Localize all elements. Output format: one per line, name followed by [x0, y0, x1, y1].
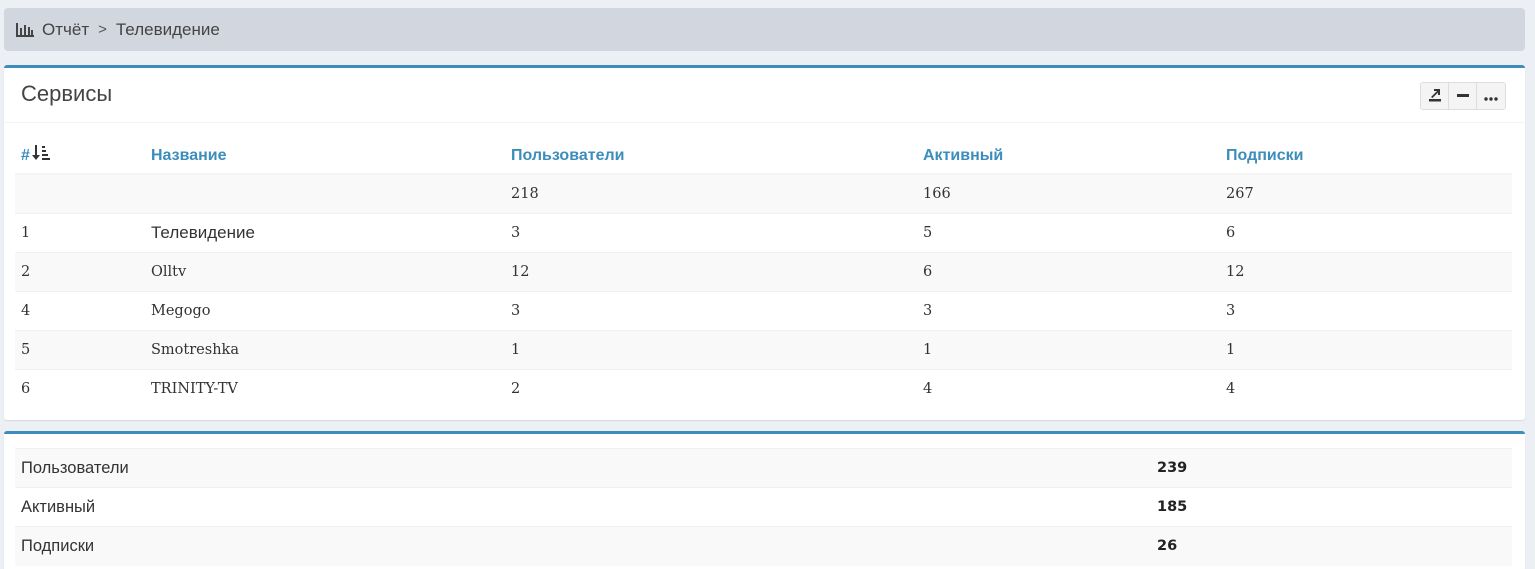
totals-num [15, 173, 145, 213]
summary-row: Подписки 26 [15, 526, 1512, 566]
table-row: 2 Olltv 12 6 12 [15, 251, 1512, 291]
row-users: 1 [505, 329, 917, 369]
row-num: 1 [15, 212, 145, 252]
summary-value: 239 [1151, 448, 1512, 488]
row-subscriptions: 12 [1220, 251, 1512, 291]
services-box-header: Сервисы [4, 68, 1525, 123]
services-box-title: Сервисы [21, 81, 113, 106]
export-button[interactable] [1421, 83, 1449, 109]
summary-value: 185 [1151, 487, 1512, 527]
column-header-users[interactable]: Пользователи [505, 138, 917, 175]
row-active: 5 [917, 212, 1220, 252]
row-subscriptions: 1 [1220, 329, 1512, 369]
services-table: # Название Пользователи Активный Подписк… [15, 138, 1512, 408]
services-box: Сервисы # Название Пользователи Активный… [4, 65, 1525, 420]
summary-value: 26 [1151, 526, 1512, 566]
totals-name [145, 173, 505, 213]
box-tools [1420, 82, 1506, 110]
column-header-num-label: # [21, 147, 30, 164]
export-icon [1428, 88, 1442, 105]
row-name: Телевидение [145, 212, 505, 252]
breadcrumb-root[interactable]: Отчёт [42, 20, 89, 40]
row-active: 4 [917, 368, 1220, 408]
summary-label: Активный [15, 487, 1151, 527]
totals-users: 218 [505, 173, 917, 213]
table-row: 1 Телевидение 3 5 6 [15, 212, 1512, 252]
ellipsis-icon [1484, 88, 1498, 104]
summary-box: Пользователи 239 Активный 185 Подписки 2… [4, 431, 1525, 569]
row-subscriptions: 6 [1220, 212, 1512, 252]
row-active: 1 [917, 329, 1220, 369]
row-name: Smotreshka [145, 329, 505, 369]
breadcrumb-separator: > [98, 21, 107, 38]
table-row: 5 Smotreshka 1 1 1 [15, 329, 1512, 369]
row-name: Megogo [145, 290, 505, 330]
more-button[interactable] [1477, 83, 1505, 109]
row-num: 6 [15, 368, 145, 408]
row-users: 12 [505, 251, 917, 291]
summary-label: Пользователи [15, 448, 1151, 488]
row-users: 2 [505, 368, 917, 408]
summary-row: Активный 185 [15, 487, 1512, 527]
collapse-button[interactable] [1449, 83, 1477, 109]
row-name: TRINITY-TV [145, 368, 505, 408]
breadcrumb: Отчёт > Телевидение [4, 8, 1525, 51]
totals-subscriptions: 267 [1220, 173, 1512, 213]
row-name: Olltv [145, 251, 505, 291]
table-header-row: # Название Пользователи Активный Подписк… [15, 138, 1512, 175]
breadcrumb-current: Телевидение [115, 19, 220, 39]
summary-row: Пользователи 239 [15, 448, 1512, 488]
summary-label: Подписки [15, 526, 1151, 566]
minus-icon [1456, 88, 1469, 104]
row-active: 6 [917, 251, 1220, 291]
row-users: 3 [505, 290, 917, 330]
row-num: 4 [15, 290, 145, 330]
row-subscriptions: 4 [1220, 368, 1512, 408]
totals-row: 218 166 267 [15, 173, 1512, 213]
sort-desc-icon[interactable] [31, 144, 50, 167]
totals-active: 166 [917, 173, 1220, 213]
table-row: 4 Megogo 3 3 3 [15, 290, 1512, 330]
summary-table: Пользователи 239 Активный 185 Подписки 2… [15, 448, 1512, 566]
column-header-subscriptions[interactable]: Подписки [1220, 138, 1512, 175]
bar-chart-icon [16, 22, 34, 38]
column-header-name[interactable]: Название [145, 138, 505, 175]
row-users: 3 [505, 212, 917, 252]
row-num: 5 [15, 329, 145, 369]
row-active: 3 [917, 290, 1220, 330]
column-header-num[interactable]: # [15, 138, 145, 175]
row-subscriptions: 3 [1220, 290, 1512, 330]
table-row: 6 TRINITY-TV 2 4 4 [15, 368, 1512, 408]
row-num: 2 [15, 251, 145, 291]
column-header-active[interactable]: Активный [917, 138, 1220, 175]
